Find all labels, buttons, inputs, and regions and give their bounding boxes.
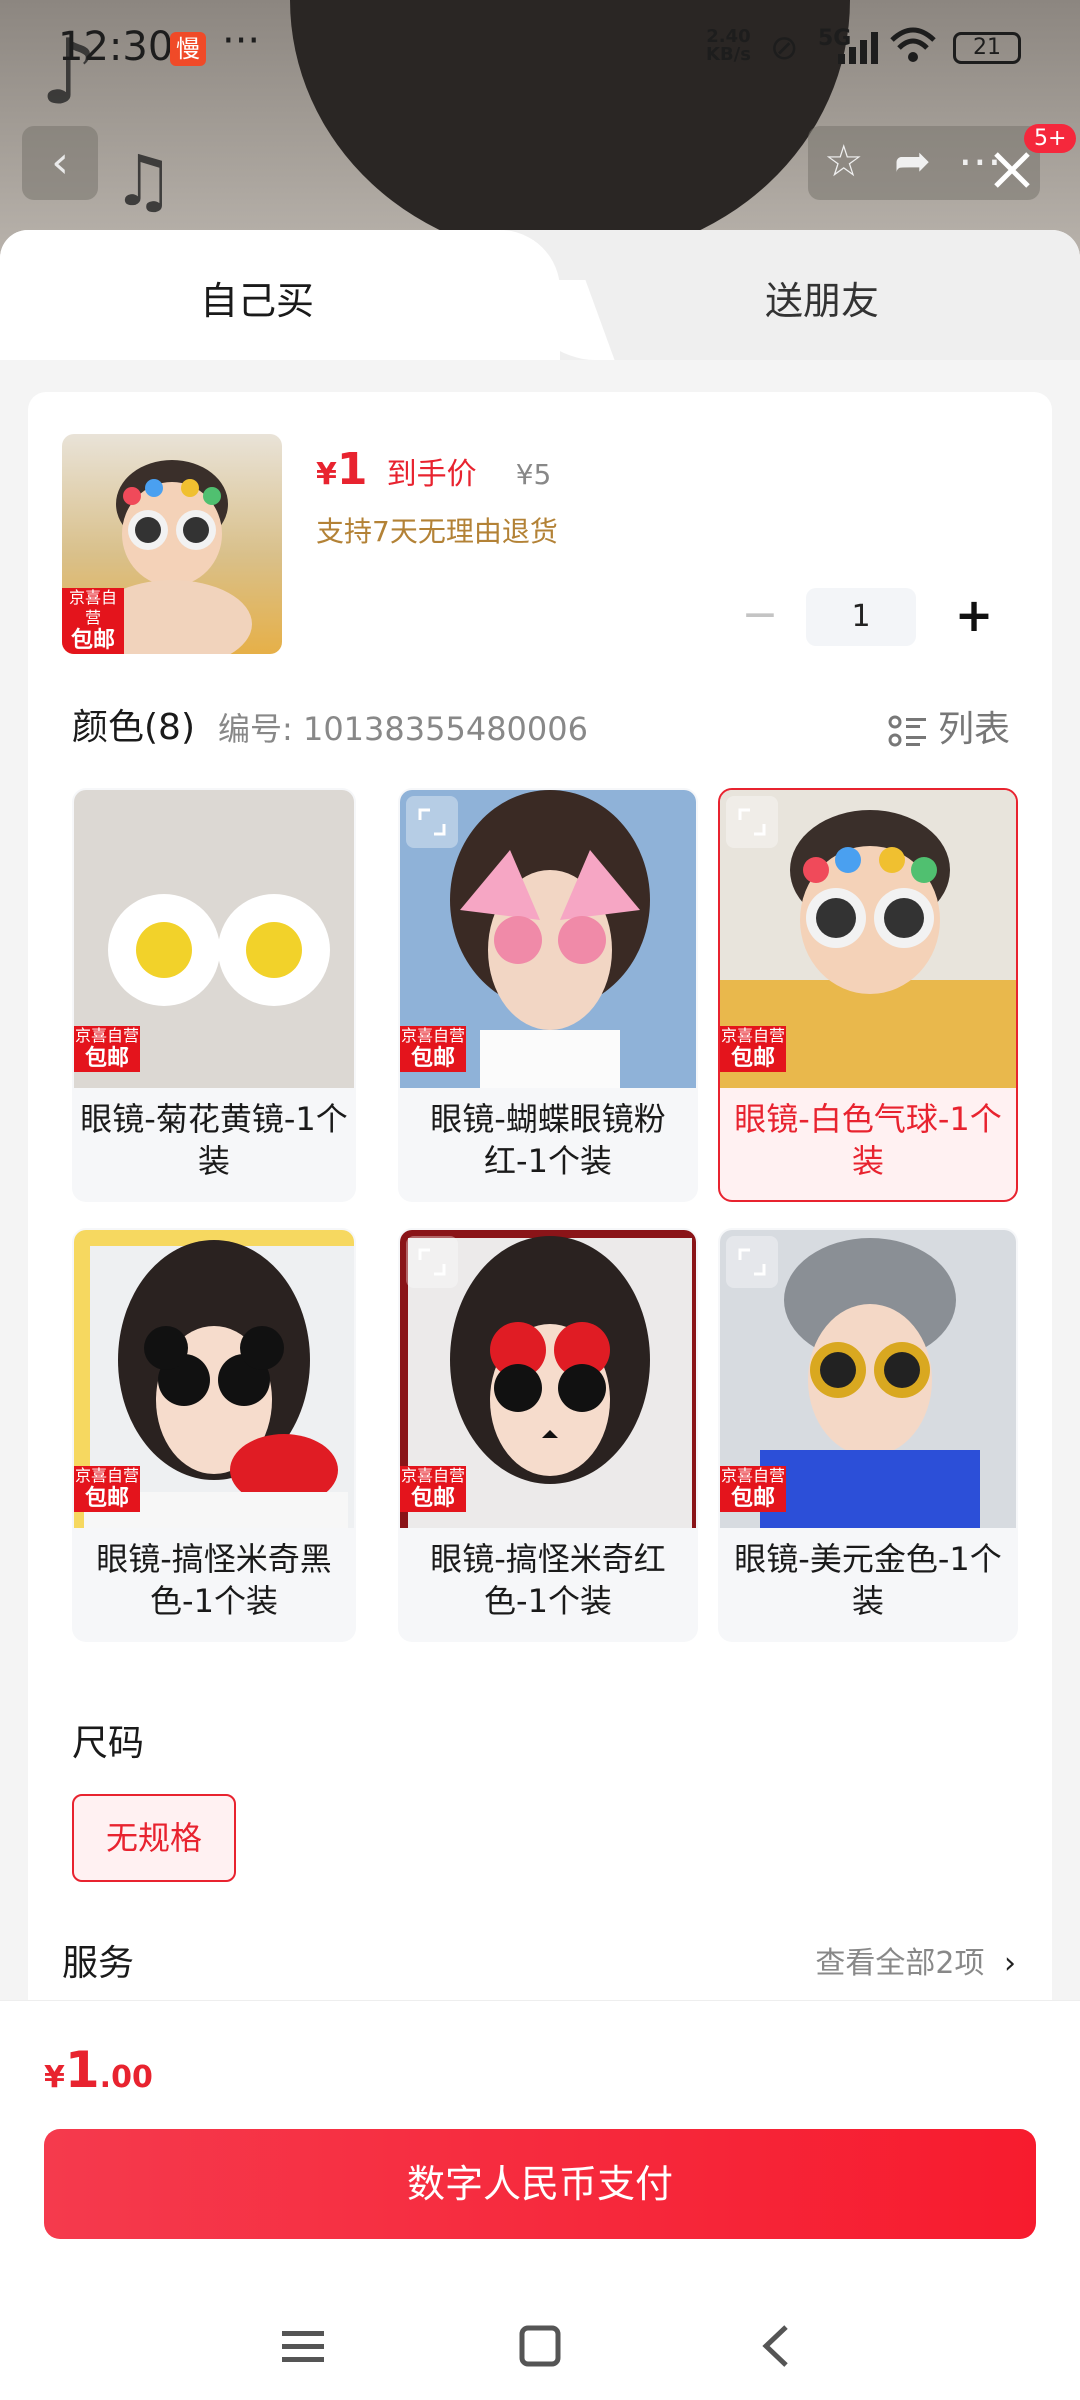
expand-image-button[interactable]: [406, 796, 458, 848]
wifi-icon: [890, 27, 936, 62]
expand-image-button[interactable]: [726, 1236, 778, 1288]
total-price: ¥1.00: [44, 2041, 153, 2099]
list-icon: [888, 715, 926, 747]
star-icon[interactable]: ☆: [824, 136, 863, 187]
color-option[interactable]: 京喜自营 包邮 眼镜-美元金色-1个装: [718, 1228, 1018, 1642]
color-option-label: 眼镜-白色气球-1个装: [734, 1100, 1002, 1180]
quantity-value[interactable]: 1: [806, 588, 916, 646]
service-view-all-link[interactable]: 查看全部2项 ›: [815, 1938, 1016, 1982]
tab-gift-friend-label: 送朋友: [765, 279, 880, 323]
expand-image-button[interactable]: [406, 1236, 458, 1288]
sheet-content: 京喜自营 包邮 ¥1 到手价 ¥5 支持7天无理由退货 − 1 + 颜色(8) …: [0, 360, 1080, 2140]
product-thumbnail[interactable]: 京喜自营 包邮: [62, 434, 282, 654]
self-operated-tag: 京喜自营 包邮: [74, 1026, 140, 1072]
tab-bar: 自己买 送朋友: [0, 230, 1080, 360]
music-note-decoration: ♫: [112, 140, 175, 222]
menu-nav-icon[interactable]: [268, 2311, 338, 2381]
quantity-increase-button[interactable]: +: [946, 588, 1002, 646]
tab-self-buy[interactable]: 自己买: [0, 230, 560, 360]
color-option-selected[interactable]: 京喜自营 包邮 眼镜-白色气球-1个装: [718, 788, 1018, 1202]
self-operated-tag: 京喜自营 包邮: [720, 1026, 786, 1072]
status-bar: 12:30 慢 ··· 2.40 KB/s ⊘ 5G 21: [0, 0, 1080, 100]
product-code: 编号: 10138355480006: [218, 710, 588, 748]
slow-badge: 慢: [170, 32, 206, 66]
color-option-label: 眼镜-搞怪米奇红色-1个装: [430, 1540, 666, 1620]
status-more-dots: ···: [222, 18, 261, 64]
share-icon[interactable]: ➦: [894, 136, 931, 187]
status-time: 12:30: [58, 24, 174, 70]
digital-rmb-pay-button[interactable]: 数字人民币支付: [44, 2129, 1036, 2239]
refund-policy: 支持7天无理由退货: [316, 515, 558, 548]
color-option[interactable]: 京喜自营 包邮 眼镜-菊花黄镜-1个装: [72, 788, 356, 1202]
self-operated-tag: 京喜自营 包邮: [74, 1466, 140, 1512]
product-card: 京喜自营 包邮 ¥1 到手价 ¥5 支持7天无理由退货 − 1 + 颜色(8) …: [28, 392, 1052, 2042]
expand-icon: [418, 808, 446, 836]
net-speed: 2.40 KB/s: [706, 26, 751, 65]
final-price-label: 到手价: [386, 457, 477, 492]
chevron-right-icon: ›: [1004, 1946, 1016, 1981]
signal-icon: [838, 32, 878, 64]
checkout-footer: ¥1.00 数字人民币支付: [0, 2000, 1080, 2400]
expand-icon: [418, 1248, 446, 1276]
service-section-title: 服务: [62, 1943, 135, 1984]
purchase-sheet: 自己买 送朋友 京喜自营 包邮 ¥1 到手价 ¥5 支持7天无理由退货 − 1 …: [0, 230, 1080, 2400]
self-operated-tag: 京喜自营 包邮: [400, 1466, 466, 1512]
expand-icon: [738, 808, 766, 836]
expand-image-button[interactable]: [726, 796, 778, 848]
list-view-toggle[interactable]: 列表: [888, 700, 1010, 752]
original-price: ¥5: [515, 458, 552, 491]
close-icon[interactable]: [990, 148, 1034, 192]
self-operated-tag: 京喜自营 包邮: [400, 1026, 466, 1072]
battery-indicator: 21: [953, 32, 1021, 64]
home-nav-icon[interactable]: [505, 2311, 575, 2381]
color-option-label: 眼镜-蝴蝶眼镜粉红-1个装: [430, 1100, 666, 1180]
back-button[interactable]: ‹: [22, 126, 98, 200]
size-option-chip[interactable]: 无规格: [72, 1794, 236, 1882]
final-price: ¥1: [316, 444, 368, 495]
system-nav-bar: [0, 2291, 1080, 2400]
price-row: ¥1 到手价 ¥5: [316, 444, 551, 495]
self-operated-tag: 京喜自营 包邮: [720, 1466, 786, 1512]
color-option-label: 眼镜-搞怪米奇黑色-1个装: [96, 1540, 332, 1620]
color-option[interactable]: 京喜自营 包邮 眼镜-蝴蝶眼镜粉红-1个装: [398, 788, 698, 1202]
size-section-title: 尺码: [72, 1723, 145, 1764]
tab-gift-friend[interactable]: 送朋友: [560, 230, 1080, 360]
color-option[interactable]: 京喜自营 包邮 眼镜-搞怪米奇红色-1个装: [398, 1228, 698, 1642]
color-option-label: 眼镜-美元金色-1个装: [734, 1540, 1002, 1620]
expand-icon: [738, 1248, 766, 1276]
back-nav-icon[interactable]: [742, 2311, 812, 2381]
self-operated-tag: 京喜自营 包邮: [62, 588, 124, 654]
mute-icon: ⊘: [770, 28, 799, 68]
color-section-title: 颜色(8): [72, 707, 195, 748]
color-option[interactable]: 京喜自营 包邮 眼镜-搞怪米奇黑色-1个装: [72, 1228, 356, 1642]
quantity-decrease-button[interactable]: −: [732, 588, 788, 646]
back-icon: ‹: [51, 137, 69, 188]
tab-self-buy-label: 自己买: [200, 279, 315, 323]
color-option-label: 眼镜-菊花黄镜-1个装: [80, 1100, 348, 1180]
